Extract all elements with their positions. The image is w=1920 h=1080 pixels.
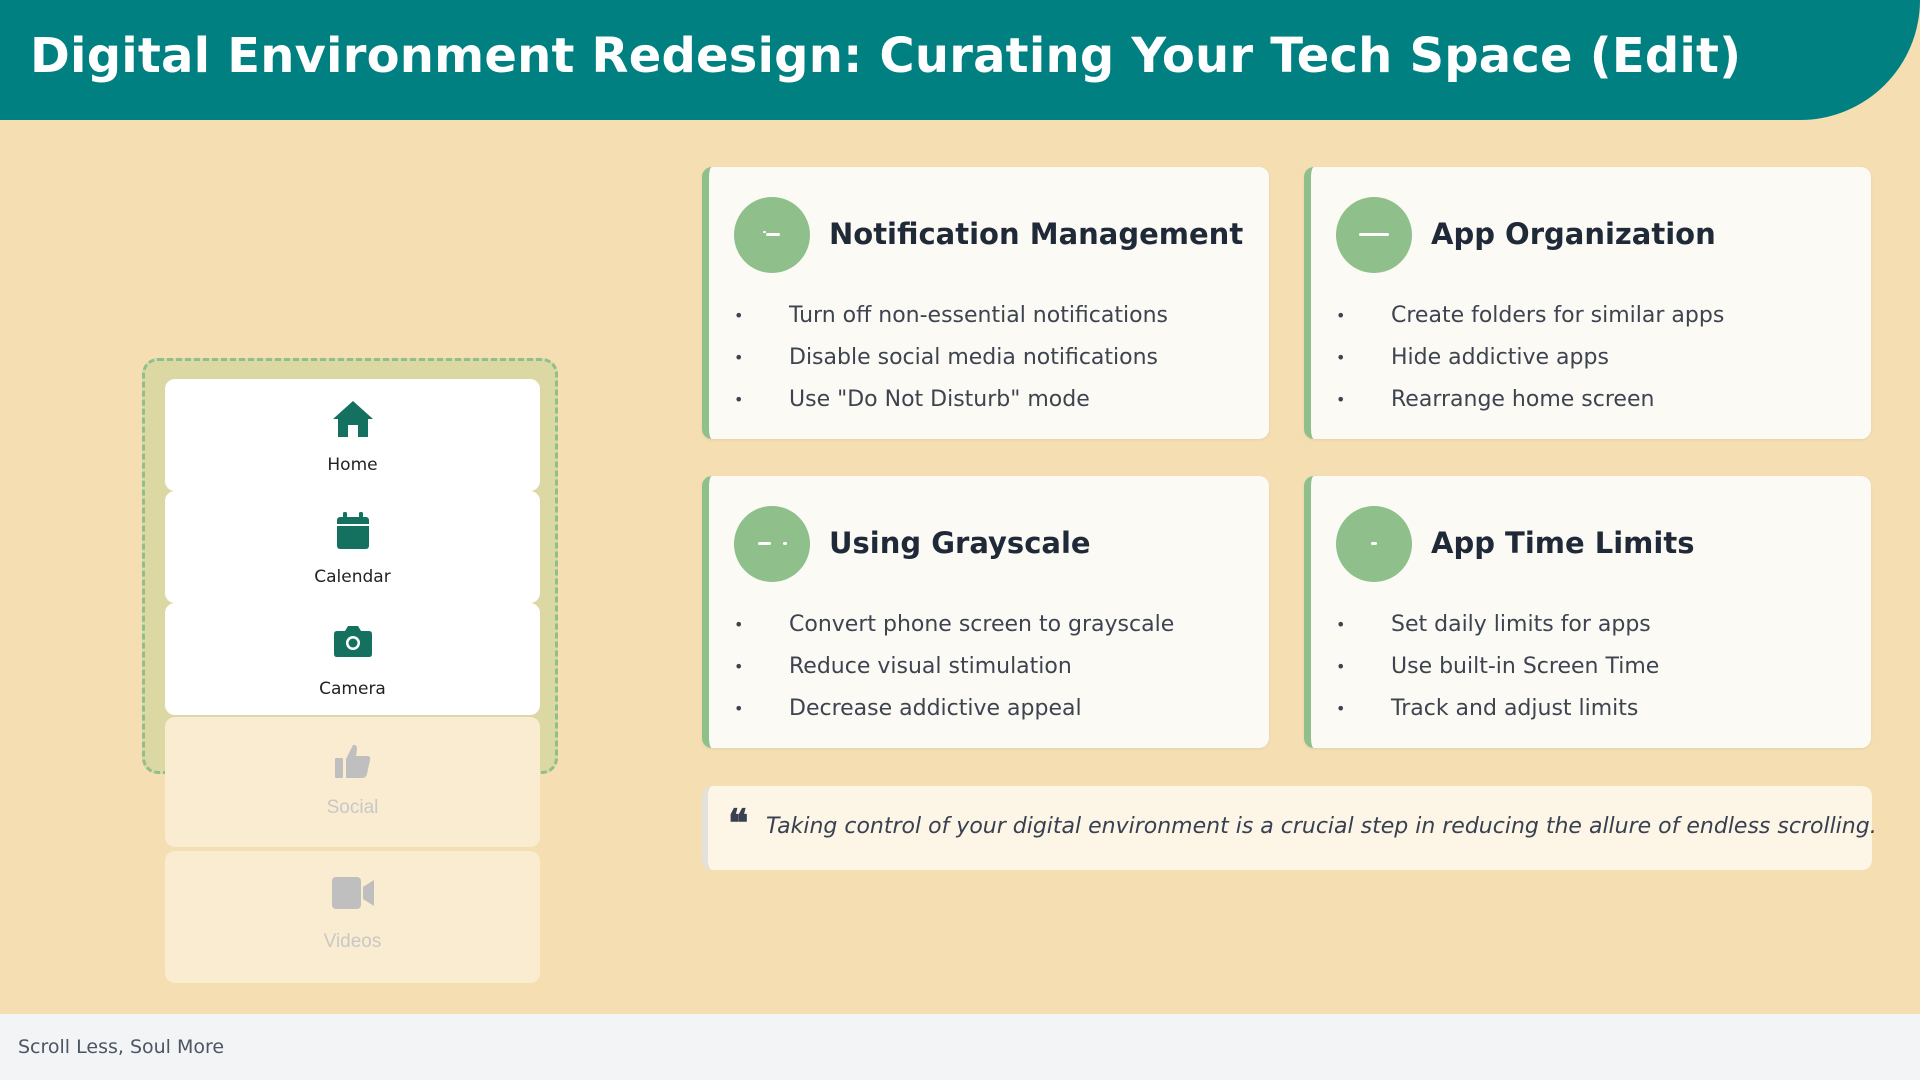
app-camera[interactable]: Camera (165, 603, 540, 715)
card-using-grayscale: Using Grayscale • Convert phone screen to… (702, 476, 1269, 748)
app-label-camera: Camera (319, 679, 386, 699)
footer-text: Scroll Less, Soul More (18, 1036, 225, 1058)
bullet-icon: • (734, 348, 744, 367)
bullet-icon: • (1336, 657, 1346, 676)
video-camera-icon (165, 875, 540, 919)
bullet-icon: • (1336, 699, 1346, 718)
card-title: App Organization (1431, 217, 1716, 251)
card-list: • Convert phone screen to grayscale • Redu… (734, 604, 1174, 730)
list-item: • Hide addictive apps (1336, 337, 1724, 379)
thumbs-up-icon (165, 741, 540, 785)
list-item: • Use "Do Not Disturb" mode (734, 379, 1168, 421)
list-item: • Turn off non-essential notifications (734, 295, 1168, 337)
bullet-icon: • (734, 615, 744, 634)
bullet-icon: • (734, 390, 744, 409)
card-notification-management: Notification Management • Turn off non-es… (702, 167, 1269, 439)
list-item: • Rearrange home screen (1336, 379, 1724, 421)
app-label-videos: Videos (323, 931, 382, 952)
quote-text: Taking control of your digital environme… (766, 814, 1877, 839)
card-title: Using Grayscale (829, 526, 1091, 560)
calendar-icon (165, 511, 540, 555)
card-list: • Turn off non-essential notifications • D… (734, 295, 1168, 421)
slide: Digital Environment Redesign: Curating Y… (0, 0, 1920, 1080)
app-videos[interactable]: Videos (165, 851, 540, 983)
card-list: • Set daily limits for apps • Use built-in… (1336, 604, 1659, 730)
bullet-icon: • (734, 699, 744, 718)
list-item: • Set daily limits for apps (1336, 604, 1659, 646)
camera-icon (165, 623, 540, 667)
app-home[interactable]: Home (165, 379, 540, 491)
quote-icon: ❝ (728, 800, 749, 845)
bullet-icon: • (1336, 390, 1346, 409)
quote-box: ❝ Taking control of your digital environ… (702, 786, 1877, 870)
card-title: App Time Limits (1431, 526, 1695, 560)
app-label-calendar: Calendar (314, 567, 391, 587)
bullet-icon: • (734, 657, 744, 676)
list-item: • Create folders for similar apps (1336, 295, 1724, 337)
card-badge-icon (1336, 506, 1412, 582)
header-bar: Digital Environment Redesign: Curating Y… (0, 0, 1920, 120)
app-label-social: Social (326, 797, 379, 818)
app-social[interactable]: Social (165, 717, 540, 847)
card-badge-icon (1336, 197, 1412, 273)
list-item: • Disable social media notifications (734, 337, 1168, 379)
list-item: • Use built-in Screen Time (1336, 646, 1659, 688)
bullet-icon: • (734, 306, 744, 325)
list-item: • Reduce visual stimulation (734, 646, 1174, 688)
app-calendar[interactable]: Calendar (165, 491, 540, 603)
list-item: • Track and adjust limits (1336, 688, 1659, 730)
card-badge-icon (734, 197, 810, 273)
footer-bar: Scroll Less, Soul More (0, 1014, 1920, 1080)
bullet-icon: • (1336, 615, 1346, 634)
card-app-organization: App Organization • Create folders for sim… (1304, 167, 1871, 439)
card-badge-icon (734, 506, 810, 582)
bullet-icon: • (1336, 348, 1346, 367)
list-item: • Decrease addictive appeal (734, 688, 1174, 730)
card-list: • Create folders for similar apps • Hide a… (1336, 295, 1724, 421)
card-title: Notification Management (829, 217, 1244, 251)
list-item: • Convert phone screen to grayscale (734, 604, 1174, 646)
app-label-home: Home (327, 455, 378, 475)
home-icon (165, 399, 540, 443)
card-app-time-limits: App Time Limits • Set daily limits for ap… (1304, 476, 1871, 748)
bullet-icon: • (1336, 306, 1346, 325)
page-title: Digital Environment Redesign: Curating Y… (30, 28, 1742, 84)
